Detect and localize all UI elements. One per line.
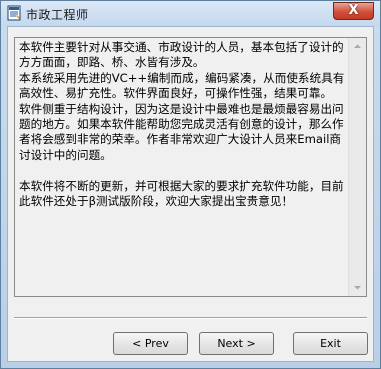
scroll-up-icon[interactable] [349, 38, 366, 55]
close-button[interactable]: X [333, 2, 374, 20]
separator [14, 317, 367, 319]
scroll-down-icon[interactable] [349, 279, 366, 296]
app-icon [7, 5, 21, 21]
info-text: 本软件主要针对从事交通、市政设计的人员，基本包括了设计的方方面面，即路、桥、水皆… [19, 40, 345, 209]
exit-button[interactable]: Exit [293, 332, 368, 355]
client-area: 本软件主要针对从事交通、市政设计的人员，基本包括了设计的方方面面，即路、桥、水皆… [7, 26, 374, 362]
close-icon: X [348, 3, 359, 18]
info-textbox[interactable]: 本软件主要针对从事交通、市政设计的人员，基本包括了设计的方方面面，即路、桥、水皆… [14, 37, 367, 297]
title-bar[interactable]: 市政工程师 X [1, 1, 380, 26]
dialog-window: 市政工程师 X 本软件主要针对从事交通、市政设计的人员，基本包括了设计的方方面面… [0, 0, 381, 369]
next-button[interactable]: Next > [199, 332, 274, 355]
prev-button[interactable]: < Prev [113, 332, 188, 355]
vertical-scrollbar[interactable] [348, 38, 366, 296]
window-title: 市政工程师 [26, 8, 89, 22]
